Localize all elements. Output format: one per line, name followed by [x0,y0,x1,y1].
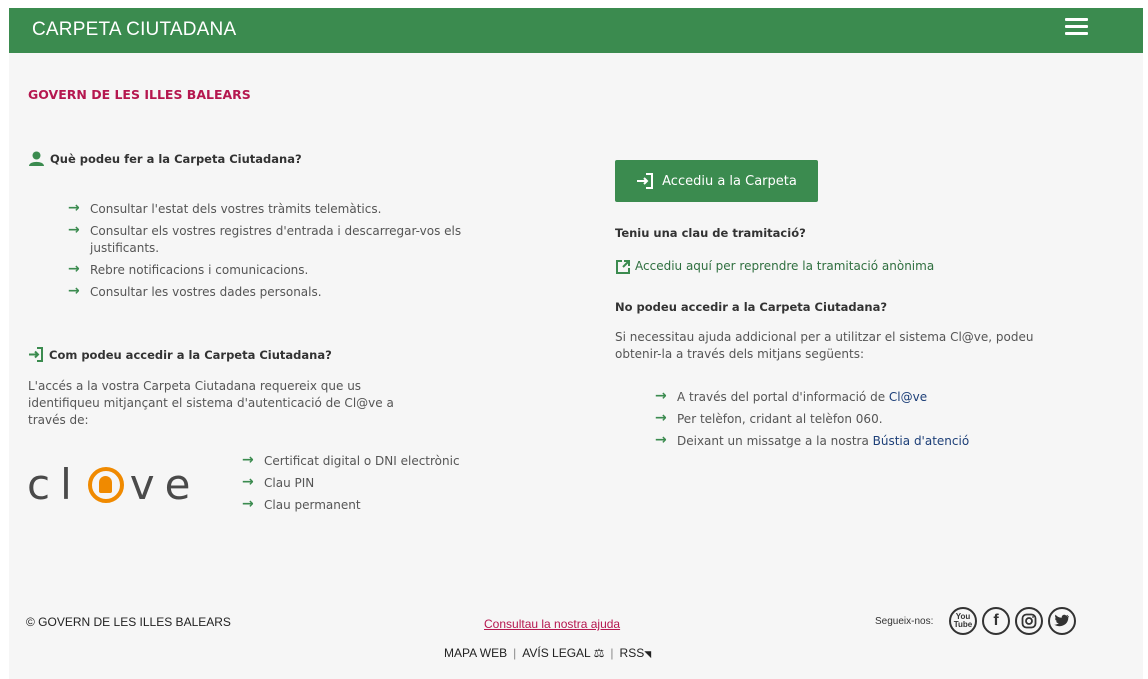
what-section-label: Què podeu fer a la Carpeta Ciutadana? [50,151,302,166]
menu-icon[interactable] [1065,18,1088,36]
list-item: → Per telèfon, cridant al telèfon 060. [655,410,883,426]
list-item: → Deixant un missatge a la nostra Bústia … [655,432,970,448]
list-item: → Clau permanent [242,496,361,512]
arrow-right-icon: → [68,261,80,277]
balance-icon: ⚖ [593,646,605,660]
anonymous-link-row: Accediu aquí per reprendre la tramitació… [615,258,934,275]
legal-notice-link[interactable]: AVÍS LEGAL ⚖ [522,646,604,660]
key-section-title: Teniu una clau de tramitació? [615,226,806,240]
list-item: → A través del portal d'informació de Cl@… [655,388,928,404]
access-folder-button[interactable]: Accediu a la Carpeta [615,160,818,202]
sitemap-link[interactable]: MAPA WEB [444,646,507,660]
footer-copyright: © GOVERN DE LES ILLES BALEARS [26,615,231,629]
top-bar: CARPETA CIUTADANA [9,8,1143,53]
follow-label: Segueix-nos: [875,616,934,627]
twitter-bird-glyph [1054,614,1069,627]
list-item: → Consultar les vostres dades personals. [68,283,322,299]
access-folder-label: Accediu a la Carpeta [662,173,797,189]
sign-in-icon [637,173,654,189]
instagram-glyph [1021,613,1037,629]
how-section-label: Com podeu accedir a la Carpeta Ciutadana… [49,347,332,362]
rss-icon: ◥ [644,649,652,659]
instagram-icon[interactable] [1015,607,1043,635]
list-item: → Clau PIN [242,474,315,490]
external-link-icon [616,259,630,274]
noaccess-description: Si necessitau ajuda addicional per a uti… [615,330,1034,361]
separator: | [610,646,614,660]
government-name: GOVERN DE LES ILLES BALEARS [28,87,251,102]
arrow-right-icon: → [655,388,667,404]
what-section-title: Què podeu fer a la Carpeta Ciutadana? [28,151,302,166]
arrow-right-icon: → [68,200,80,216]
list-item: → Rebre notificacions i comunicacions. [68,261,309,277]
list-item: → Consultar l'estat dels vostres tràmits … [68,200,382,216]
mailbox-link[interactable]: Bústia d'atenció [873,434,970,448]
arrow-right-icon: → [68,283,80,299]
footer-links: MAPA WEB | AVÍS LEGAL ⚖ | RSS◥ [444,646,651,660]
clave-lock-icon [87,466,124,503]
how-description: L'accés a la vostra Carpeta Ciutadana re… [28,379,394,427]
clave-methods-list: → Certificat digital o DNI electrònic → Cl… [242,452,460,514]
sign-in-icon [29,347,43,362]
help-link[interactable]: Consultau la nostra ajuda [484,617,620,631]
clave-logo: cl ve [27,460,201,509]
arrow-right-icon: → [242,452,254,468]
arrow-right-icon: → [655,410,667,426]
help-list: → A través del portal d'informació de Cl@… [655,388,970,450]
page-frame: CARPETA CIUTADANA GOVERN DE LES ILLES BA… [9,8,1143,679]
facebook-icon[interactable]: f [982,607,1010,635]
what-list: → Consultar l'estat dels vostres tràmits … [68,200,468,301]
arrow-right-icon: → [655,432,667,448]
how-section-title: Com podeu accedir a la Carpeta Ciutadana… [28,347,332,362]
noaccess-section-title: No podeu accedir a la Carpeta Ciutadana? [615,300,887,314]
list-item: → Certificat digital o DNI electrònic [242,452,460,468]
clave-portal-link[interactable]: Cl@ve [889,390,927,404]
arrow-right-icon: → [68,222,80,238]
arrow-right-icon: → [242,474,254,490]
rss-link[interactable]: RSS◥ [620,646,652,660]
twitter-icon[interactable] [1048,607,1076,635]
user-icon [29,151,44,166]
separator: | [513,646,517,660]
app-title: CARPETA CIUTADANA [32,19,237,40]
youtube-icon[interactable]: You Tube [949,607,977,635]
arrow-right-icon: → [242,496,254,512]
anonymous-procedure-link[interactable]: Accediu aquí per reprendre la tramitació… [635,258,934,275]
list-item: → Consultar els vostres registres d'entra… [68,222,462,255]
